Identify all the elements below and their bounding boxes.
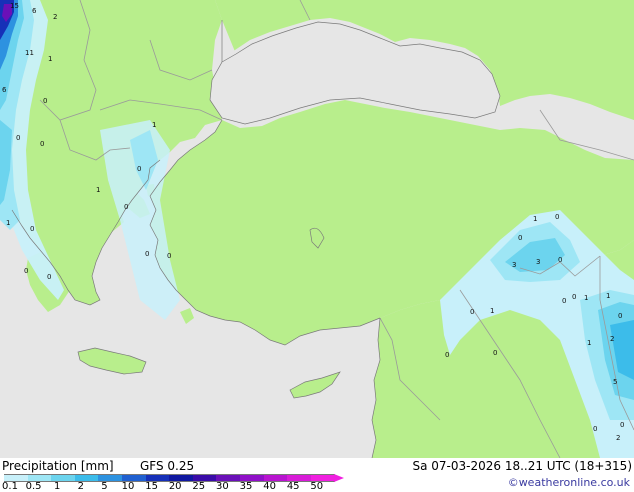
point-value: 0	[558, 256, 562, 264]
point-value: 0	[124, 203, 128, 211]
colorbar-arrow	[334, 474, 345, 482]
colorbar-tick: 45	[286, 481, 300, 492]
point-value: 6	[2, 86, 7, 94]
point-value: 0	[572, 293, 576, 301]
point-value: 1	[96, 186, 100, 194]
point-value: 3	[536, 258, 540, 266]
point-value: 1	[152, 121, 156, 129]
point-value: 0	[555, 213, 559, 221]
point-value: 0	[518, 234, 522, 242]
point-value: 0	[493, 349, 497, 357]
point-value: 0	[167, 252, 171, 260]
point-value: 0	[40, 140, 44, 148]
colorbar-tick: 35	[239, 481, 253, 492]
point-value: 0	[24, 267, 28, 275]
colorbar-tick: 0.5	[25, 481, 42, 492]
point-value: 0	[47, 273, 51, 281]
point-value: 0	[445, 351, 449, 359]
colorbar-tick: 5	[101, 481, 108, 492]
point-value: 0	[470, 308, 474, 316]
point-value: 0	[618, 312, 622, 320]
point-value: 1	[6, 219, 10, 227]
point-value: 1	[490, 307, 494, 315]
colorbar-tick: 50	[310, 481, 324, 492]
colorbar-tick: 15	[145, 481, 158, 492]
colorbar-tick: 40	[263, 481, 276, 492]
point-value: 2	[616, 434, 620, 442]
map-canvas: 15 6 2 11 1 6 0 1 0 0 0 1 0 0 0 0 0 0 0 …	[0, 0, 634, 458]
point-value: 2	[53, 13, 57, 21]
point-value: 0	[593, 425, 597, 433]
point-value: 6	[32, 7, 37, 15]
map-footer: Precipitation [mm] GFS 0.25 Sa 07-03-202…	[0, 458, 634, 492]
point-value: 1	[48, 55, 52, 63]
point-value: 0	[620, 421, 624, 429]
point-value: 0	[43, 97, 47, 105]
colorbar-tick: 30	[216, 481, 229, 492]
credit-link[interactable]: ©weatheronline.co.uk	[508, 476, 630, 489]
point-value: 1	[606, 292, 610, 300]
point-value: 5	[613, 378, 617, 386]
point-value: 15	[10, 2, 19, 10]
point-value: 0	[16, 134, 20, 142]
point-value: 3	[512, 261, 516, 269]
colorbar-tick: 10	[121, 481, 135, 492]
point-value: 0	[30, 225, 34, 233]
colorbar-tick: 25	[192, 481, 206, 492]
valid-time: Sa 07-03-2026 18..21 UTC (18+315)	[412, 459, 632, 473]
point-value: 1	[533, 215, 537, 223]
precipitation-map: 15 6 2 11 1 6 0 1 0 0 0 1 0 0 0 0 0 0 0 …	[0, 0, 634, 458]
point-value: 0	[562, 297, 566, 305]
model-label: GFS 0.25	[140, 459, 195, 473]
point-value: 2	[610, 335, 614, 343]
point-value: 0	[145, 250, 149, 258]
point-value: 1	[584, 294, 588, 302]
colorbar-tick: 2	[77, 481, 84, 492]
point-value: 0	[137, 165, 141, 173]
point-value: 1	[587, 339, 591, 347]
colorbar-tick: 20	[168, 481, 182, 492]
colorbar-tick: 0.1	[2, 481, 18, 492]
point-value: 11	[25, 49, 34, 57]
colorbar-tick: 1	[54, 481, 61, 492]
map-title: Precipitation [mm]	[2, 459, 114, 473]
